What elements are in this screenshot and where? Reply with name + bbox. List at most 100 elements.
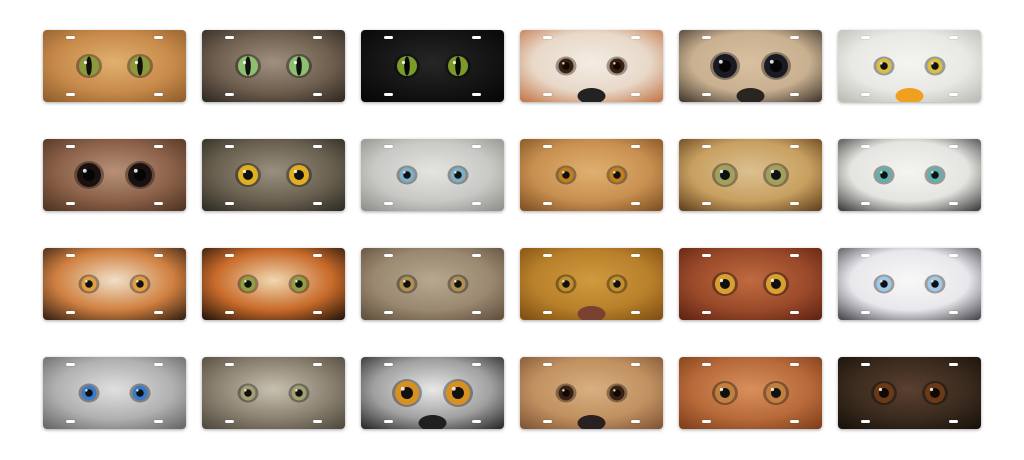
fur-background <box>202 30 345 102</box>
license-plate[interactable] <box>838 248 981 320</box>
license-plate[interactable] <box>838 357 981 429</box>
license-plate[interactable] <box>43 30 186 102</box>
mounting-hole <box>543 202 552 205</box>
lynx-eyes-icon <box>361 248 504 320</box>
eye-highlight <box>770 169 775 174</box>
fur-background <box>520 139 663 211</box>
eye-highlight <box>85 280 88 283</box>
license-plate[interactable] <box>43 357 186 429</box>
license-plate[interactable] <box>361 139 504 211</box>
eye-highlight <box>718 59 723 64</box>
eye-highlight <box>613 280 616 283</box>
license-plate[interactable] <box>202 30 345 102</box>
eye-highlight <box>242 60 247 65</box>
eye-highlight <box>293 169 298 174</box>
eye-highlight <box>244 389 247 392</box>
mounting-hole <box>631 254 640 257</box>
license-plate[interactable] <box>679 139 822 211</box>
eye-highlight <box>929 387 934 392</box>
license-plate[interactable] <box>520 248 663 320</box>
license-plate[interactable] <box>838 30 981 102</box>
license-plate[interactable] <box>202 139 345 211</box>
mounting-hole <box>154 363 163 366</box>
eye-highlight <box>403 171 406 174</box>
black-cat-eyes-icon <box>361 30 504 102</box>
pupil <box>404 56 410 76</box>
mounting-hole <box>66 202 75 205</box>
mounting-hole <box>543 254 552 257</box>
fur-background <box>43 30 186 102</box>
mounting-hole <box>861 420 870 423</box>
eye-highlight <box>719 387 724 392</box>
fur-background <box>202 248 345 320</box>
mounting-hole <box>154 145 163 148</box>
mounting-hole <box>631 145 640 148</box>
mounting-hole <box>66 363 75 366</box>
license-plate[interactable] <box>679 30 822 102</box>
mounting-hole <box>225 420 234 423</box>
leopard-eyes-icon <box>679 139 822 211</box>
eye-highlight <box>451 386 456 391</box>
owl-eyes-icon <box>43 139 186 211</box>
mounting-hole <box>154 311 163 314</box>
mounting-hole <box>861 36 870 39</box>
fur-background <box>43 248 186 320</box>
mounting-hole <box>225 145 234 148</box>
fur-background <box>361 139 504 211</box>
mounting-hole <box>225 363 234 366</box>
mounting-hole <box>702 36 711 39</box>
cat-eyes-icon <box>43 30 186 102</box>
eye-highlight <box>878 387 883 392</box>
mounting-hole <box>861 202 870 205</box>
eye-highlight <box>293 60 298 65</box>
bear-eyes-icon <box>520 357 663 429</box>
mounting-hole <box>631 311 640 314</box>
license-plate[interactable] <box>520 139 663 211</box>
mounting-hole <box>790 363 799 366</box>
dog-eyes-icon <box>520 30 663 102</box>
mounting-hole <box>861 254 870 257</box>
mounting-hole <box>631 93 640 96</box>
eye-highlight <box>295 389 298 392</box>
mounting-hole <box>949 311 958 314</box>
eye-highlight <box>401 60 406 65</box>
wolf-blue-eyes-icon <box>43 357 186 429</box>
pupil <box>296 56 302 76</box>
mounting-hole <box>384 420 393 423</box>
mounting-hole <box>225 93 234 96</box>
fur-background <box>838 139 981 211</box>
license-plate[interactable] <box>361 248 504 320</box>
mounting-hole <box>313 36 322 39</box>
eye-highlight <box>770 387 775 392</box>
eye-highlight <box>403 280 406 283</box>
mounting-hole <box>472 93 481 96</box>
eye-highlight <box>242 169 247 174</box>
license-plate[interactable] <box>43 248 186 320</box>
pupil <box>245 56 251 76</box>
license-plate[interactable] <box>43 139 186 211</box>
mounting-hole <box>702 311 711 314</box>
mounting-hole <box>225 202 234 205</box>
fur-background <box>361 248 504 320</box>
eye-highlight <box>295 280 298 283</box>
mounting-hole <box>313 420 322 423</box>
eye-highlight <box>880 62 883 65</box>
license-plate[interactable] <box>520 30 663 102</box>
license-plate[interactable] <box>520 357 663 429</box>
license-plate[interactable] <box>838 139 981 211</box>
mounting-hole <box>949 145 958 148</box>
license-plate[interactable] <box>361 30 504 102</box>
eye-highlight <box>770 278 775 283</box>
mounting-hole <box>66 254 75 257</box>
license-plate[interactable] <box>679 357 822 429</box>
license-plate[interactable] <box>202 248 345 320</box>
eye-highlight <box>769 59 774 64</box>
tiger-eyes-icon <box>43 248 186 320</box>
mounting-hole <box>790 145 799 148</box>
license-plate[interactable] <box>679 248 822 320</box>
mounting-hole <box>861 93 870 96</box>
license-plate[interactable] <box>202 357 345 429</box>
mounting-hole <box>472 36 481 39</box>
license-plate[interactable] <box>361 357 504 429</box>
fur-background <box>679 139 822 211</box>
